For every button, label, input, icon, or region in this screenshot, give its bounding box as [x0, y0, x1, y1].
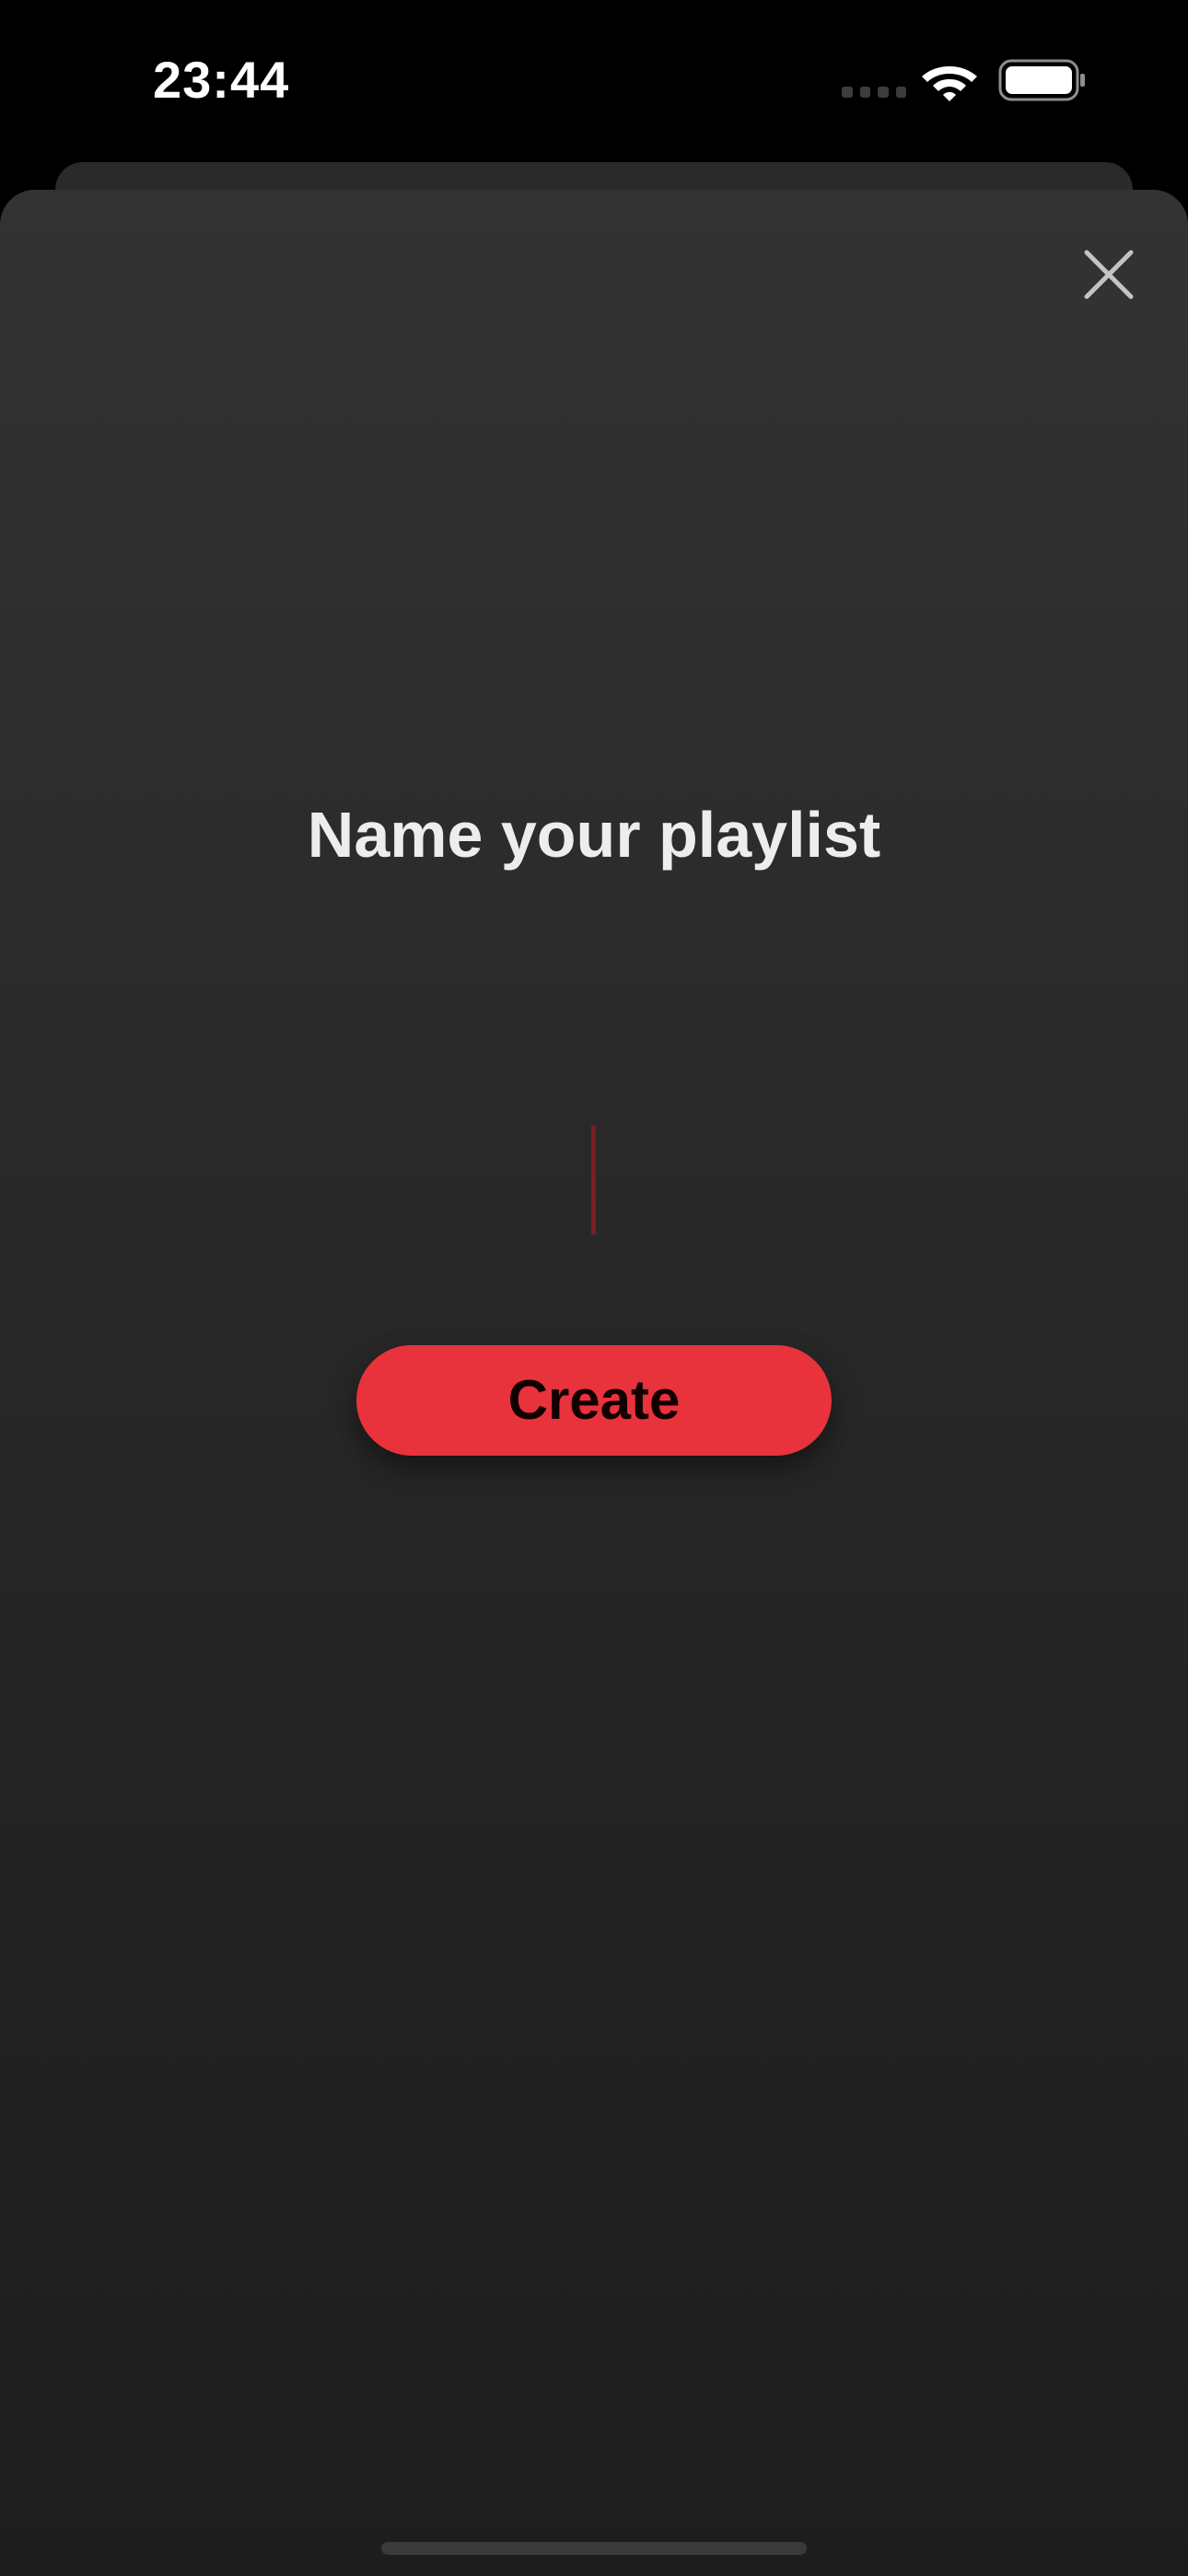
- text-cursor: [591, 1126, 596, 1235]
- signal-dots-icon: [842, 87, 906, 98]
- status-bar: 23:44: [0, 0, 1188, 157]
- create-button[interactable]: Create: [356, 1345, 832, 1456]
- playlist-name-field[interactable]: [138, 1056, 1054, 1235]
- playlist-name-input[interactable]: [138, 1056, 1054, 1233]
- close-button[interactable]: [1079, 245, 1138, 304]
- close-icon: [1084, 250, 1134, 299]
- home-indicator[interactable]: [381, 2542, 807, 2555]
- battery-icon: [998, 59, 1087, 101]
- wifi-icon: [919, 57, 980, 101]
- page-title: Name your playlist: [307, 799, 881, 871]
- new-playlist-sheet: Name your playlist Create: [0, 190, 1188, 2576]
- status-time: 23:44: [153, 51, 290, 109]
